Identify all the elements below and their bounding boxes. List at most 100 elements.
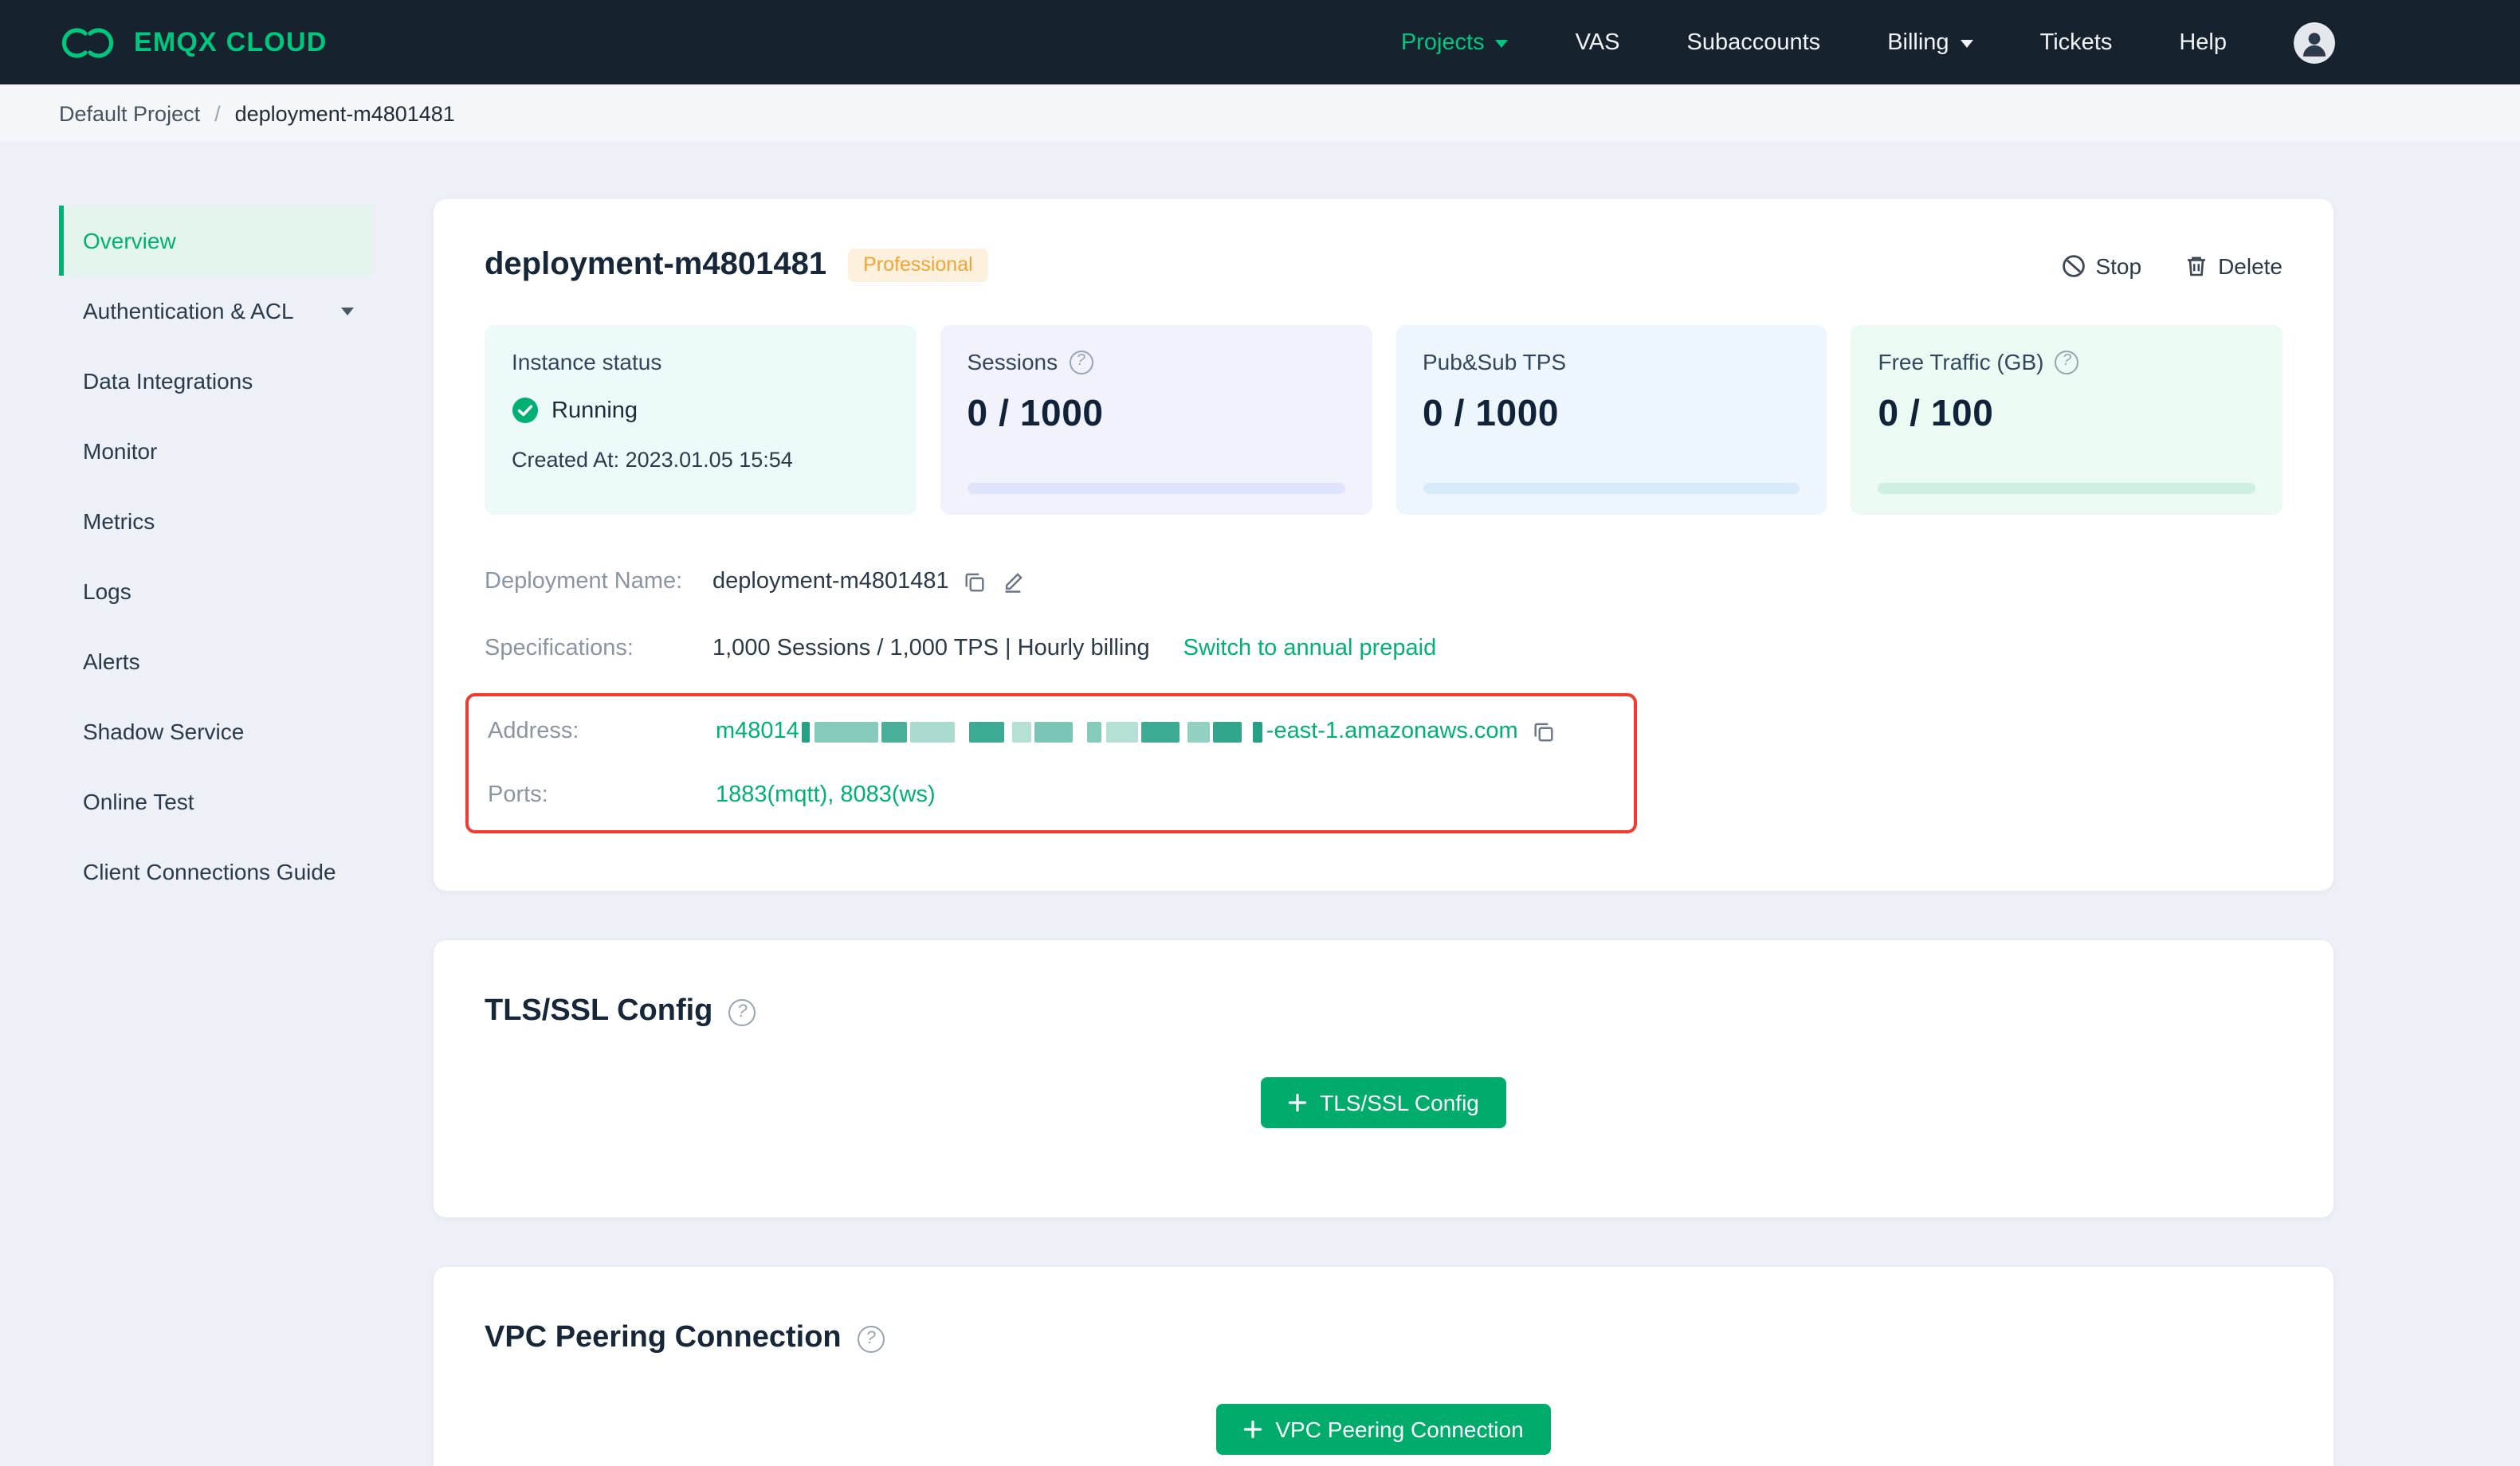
sidebar-item-online-test[interactable]: Online Test — [59, 766, 373, 837]
free-traffic-label-row: Free Traffic (GB) — [1878, 349, 2256, 374]
add-vpc-peering-connection-button[interactable]: VPC Peering Connection — [1216, 1404, 1551, 1455]
user-avatar[interactable] — [2294, 22, 2335, 63]
plus-icon — [1244, 1420, 1262, 1439]
help-icon[interactable] — [857, 1325, 885, 1352]
sidebar-item-shadow-service[interactable]: Shadow Service — [59, 696, 373, 766]
deployment-title: deployment-m4801481 — [485, 247, 827, 282]
nav-menu: Projects VAS Subaccounts Billing Tickets… — [1401, 22, 2335, 63]
nav-subaccounts-label: Subaccounts — [1686, 29, 1821, 55]
pubsub-tps-label-row: Pub&Sub TPS — [1423, 349, 1800, 374]
instance-status-label: Instance status — [512, 349, 662, 374]
stop-button[interactable]: Stop — [2060, 253, 2141, 278]
copy-button[interactable] — [964, 570, 987, 594]
address-suffix: -east-1.amazonaws.com — [1266, 719, 1518, 744]
brand[interactable]: EMQX CLOUD — [59, 25, 327, 60]
pubsub-tps-label: Pub&Sub TPS — [1423, 349, 1567, 374]
sidebar-item-monitor[interactable]: Monitor — [59, 416, 373, 486]
deployment-actions: Stop Delete — [2060, 253, 2283, 278]
sidebar-item-label: Authentication & ACL — [83, 298, 294, 323]
help-icon[interactable] — [2055, 350, 2079, 374]
page: EMQX CLOUD Projects VAS Subaccounts Bill… — [0, 0, 2520, 1466]
sidebar-item-label: Shadow Service — [83, 719, 245, 744]
sidebar-item-label: Alerts — [83, 649, 140, 674]
copy-address-button[interactable] — [1533, 719, 1556, 743]
tls-title: TLS/SSL Config — [485, 994, 713, 1028]
tls-title-row: TLS/SSL Config — [485, 994, 2283, 1029]
sidebar-item-client-connections-guide[interactable]: Client Connections Guide — [59, 837, 373, 907]
nav-subaccounts[interactable]: Subaccounts — [1687, 29, 1821, 55]
deployment-info: Deployment Name: deployment-m4801481 Spe… — [465, 559, 2283, 833]
person-icon — [2294, 22, 2335, 63]
vpc-title-row: VPC Peering Connection — [485, 1321, 2283, 1356]
nav-help[interactable]: Help — [2179, 29, 2227, 55]
chevron-down-icon — [341, 307, 354, 315]
pencil-icon — [1006, 572, 1023, 592]
nav-projects[interactable]: Projects — [1401, 29, 1509, 55]
instance-status-card: Instance status Running Created At: 2023… — [485, 325, 917, 515]
nav-tickets[interactable]: Tickets — [2040, 29, 2113, 55]
pubsub-tps-progress-bar — [1423, 483, 1800, 494]
help-icon[interactable] — [1069, 350, 1093, 374]
emqx-logo-icon — [61, 27, 114, 57]
breadcrumb-current: deployment-m4801481 — [234, 101, 455, 125]
stop-icon — [2062, 254, 2085, 276]
top-nav: EMQX CLOUD Projects VAS Subaccounts Bill… — [0, 0, 2520, 84]
vpc-peering-card: VPC Peering Connection VPC Peering Conne… — [434, 1267, 2334, 1466]
stat-cards: Instance status Running Created At: 2023… — [485, 325, 2283, 515]
help-icon[interactable] — [728, 998, 756, 1025]
sessions-progress-bar — [967, 483, 1344, 494]
deployment-name-text: deployment-m4801481 — [712, 569, 949, 594]
tls-action-area: TLS/SSL Config — [485, 1077, 2283, 1128]
sidebar-item-logs[interactable]: Logs — [59, 556, 373, 626]
switch-annual-prepaid-link[interactable]: Switch to annual prepaid — [1183, 636, 1437, 661]
sidebar: Overview Authentication & ACL Data Integ… — [59, 206, 373, 907]
free-traffic-card: Free Traffic (GB) 0 / 100 — [1851, 325, 2283, 515]
created-at: Created At: 2023.01.05 15:54 — [512, 448, 793, 472]
copy-icon — [966, 572, 985, 591]
sidebar-item-label: Data Integrations — [83, 368, 253, 394]
tls-ssl-card: TLS/SSL Config TLS/SSL Config — [434, 940, 2334, 1217]
address-row: Address: m48014 -east-1.amazonaws.com — [488, 712, 1615, 751]
nav-billing[interactable]: Billing — [1887, 29, 1973, 55]
address-mask — [802, 721, 1263, 742]
nav-vas[interactable]: VAS — [1576, 29, 1620, 55]
address-value: m48014 -east-1.amazonaws.com — [716, 719, 1556, 744]
sidebar-item-label: Overview — [83, 228, 176, 253]
breadcrumb-separator: / — [214, 101, 221, 125]
sidebar-item-authentication-acl[interactable]: Authentication & ACL — [59, 276, 373, 346]
nav-projects-label: Projects — [1400, 29, 1485, 55]
ports-value: 1883(mqtt), 8083(ws) — [716, 782, 936, 808]
sidebar-item-label: Monitor — [83, 438, 158, 464]
sidebar-item-alerts[interactable]: Alerts — [59, 626, 373, 696]
sidebar-item-label: Metrics — [83, 508, 155, 534]
specifications-row: Specifications: 1,000 Sessions / 1,000 T… — [485, 626, 2283, 671]
add-tls-ssl-config-label: TLS/SSL Config — [1320, 1090, 1479, 1115]
sidebar-item-label: Logs — [83, 578, 131, 604]
plan-badge: Professional — [847, 249, 989, 282]
stop-label: Stop — [2095, 253, 2142, 278]
breadcrumb: Default Project / deployment-m4801481 — [0, 84, 2520, 142]
delete-button[interactable]: Delete — [2183, 253, 2283, 278]
breadcrumb-project[interactable]: Default Project — [59, 101, 200, 125]
address-prefix: m48014 — [716, 719, 799, 744]
delete-label: Delete — [2218, 253, 2283, 278]
add-vpc-peering-connection-label: VPC Peering Connection — [1275, 1417, 1524, 1442]
status-badge: Running — [551, 398, 638, 423]
edit-button[interactable] — [1002, 570, 1026, 594]
sidebar-item-data-integrations[interactable]: Data Integrations — [59, 346, 373, 416]
pubsub-tps-card: Pub&Sub TPS 0 / 1000 — [1395, 325, 1827, 515]
sessions-card: Sessions 0 / 1000 — [940, 325, 1372, 515]
sidebar-item-label: Client Connections Guide — [83, 859, 336, 884]
sidebar-item-metrics[interactable]: Metrics — [59, 486, 373, 556]
free-traffic-label: Free Traffic (GB) — [1878, 349, 2044, 374]
instance-status-value: Running — [512, 397, 889, 424]
pubsub-tps-value: 0 / 1000 — [1423, 392, 1560, 433]
sidebar-item-overview[interactable]: Overview — [59, 206, 373, 276]
sessions-value: 0 / 1000 — [967, 392, 1104, 433]
deployment-name-value: deployment-m4801481 — [712, 569, 1026, 594]
specifications-text: 1,000 Sessions / 1,000 TPS | Hourly bill… — [712, 636, 1150, 661]
specifications-value: 1,000 Sessions / 1,000 TPS | Hourly bill… — [712, 636, 1436, 661]
address-highlight-box: Address: m48014 -east-1.amazonaws.com Po… — [465, 693, 1637, 833]
deployment-card: deployment-m4801481 Professional Stop De… — [434, 199, 2334, 891]
add-tls-ssl-config-button[interactable]: TLS/SSL Config — [1261, 1077, 1506, 1128]
